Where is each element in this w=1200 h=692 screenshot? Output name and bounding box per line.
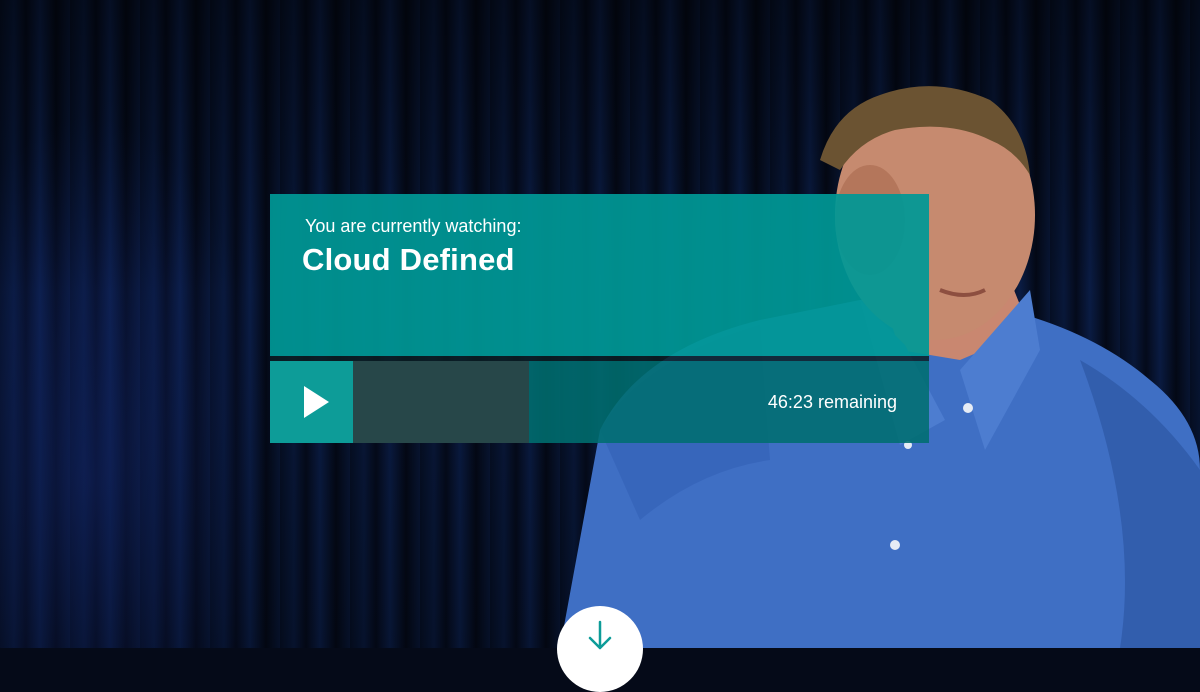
play-icon (304, 386, 329, 418)
player-controls: 46:23 remaining (270, 361, 929, 443)
progress-bar[interactable]: 46:23 remaining (353, 361, 929, 443)
progress-fill (353, 361, 530, 443)
currently-watching-label: You are currently watching: (305, 216, 522, 236)
arrow-down-icon (588, 620, 612, 650)
play-button[interactable] (270, 361, 353, 443)
now-watching-panel: You are currently watching: Cloud Define… (270, 194, 929, 356)
time-remaining: 46:23 remaining (767, 392, 897, 412)
video-title: Cloud Defined (302, 242, 515, 277)
scroll-down-button[interactable] (557, 606, 643, 692)
